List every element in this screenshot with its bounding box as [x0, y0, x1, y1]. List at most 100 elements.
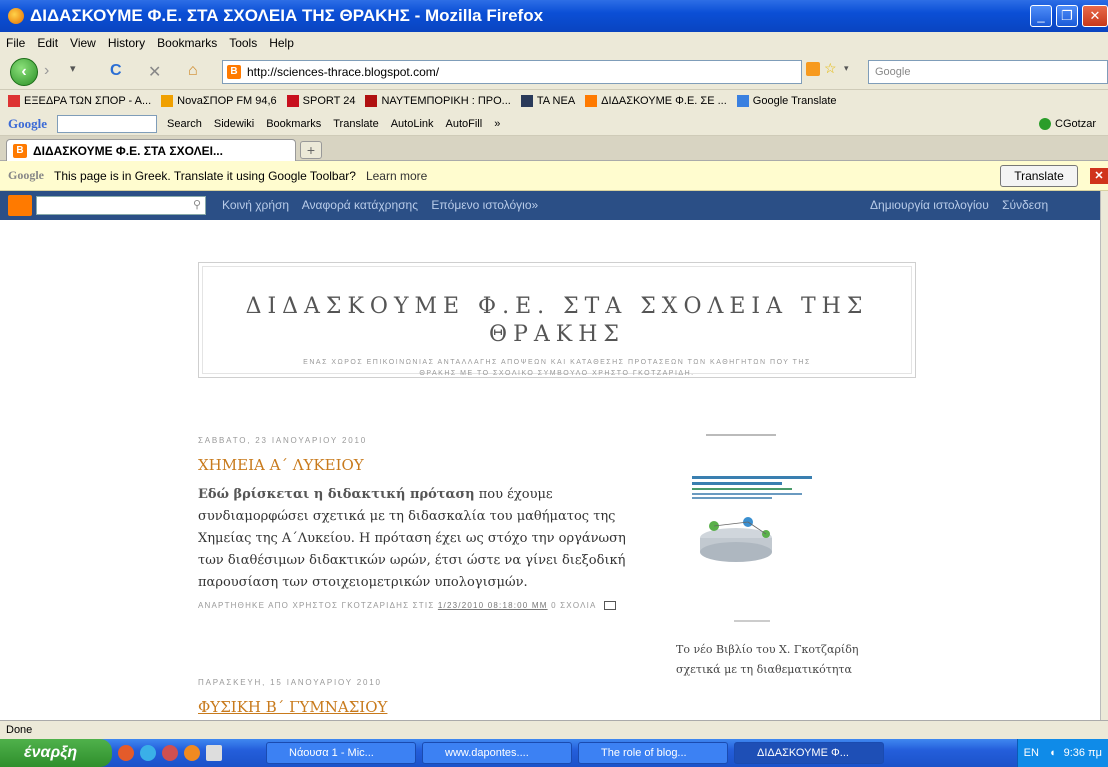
bookmark-label: NovaΣΠΟΡ FM 94,6 — [177, 95, 277, 107]
start-button[interactable]: έναρξη — [0, 739, 112, 767]
bookmark-favicon-icon — [286, 95, 299, 107]
tab-label: ΔΙΔΑΣΚΟΥΜΕ Φ.Ε. ΣΤΑ ΣΧΟΛΕΙ... — [33, 143, 223, 158]
gtoolbar-bookmarks[interactable]: Bookmarks — [266, 118, 321, 130]
translate-google-logo: Google — [8, 168, 44, 182]
post2-title[interactable]: ΦΥΣΙΚΗ Β΄ ΓΥΜΝΑΣΙΟΥ — [198, 698, 387, 716]
menu-bookmarks[interactable]: Bookmarks — [157, 36, 217, 50]
stop-icon[interactable]: ✕ — [148, 62, 161, 82]
navigation-toolbar: ‹ › ▾ C ✕ ⌂ B http://sciences-thrace.blo… — [0, 54, 1108, 90]
url-text: http://sciences-thrace.blogspot.com/ — [247, 65, 440, 79]
network-icon[interactable]: ◖ — [1049, 747, 1056, 759]
window-title: ΔΙΔΑΣΚΟΥΜΕ Φ.Ε. ΣΤΑ ΣΧΟΛΕΙΑ ΤΗΣ ΘΡΑΚΗΣ -… — [30, 6, 544, 25]
history-dropdown-icon[interactable]: ▾ — [70, 62, 76, 75]
address-bar[interactable]: B http://sciences-thrace.blogspot.com/ — [222, 60, 802, 84]
gtoolbar-autofill[interactable]: AutoFill — [446, 118, 483, 130]
post-body-text: που έχουμε συνδιαμορφώσει σχετικά με τη … — [198, 487, 626, 590]
home-icon[interactable]: ⌂ — [188, 62, 198, 80]
language-indicator[interactable]: EN — [1024, 747, 1039, 759]
reload-icon[interactable]: C — [110, 62, 122, 80]
gtoolbar-autolink[interactable]: AutoLink — [391, 118, 434, 130]
email-post-icon[interactable] — [603, 601, 616, 611]
bookmark-item[interactable]: NovaΣΠΟΡ FM 94,6 — [161, 95, 277, 107]
gtoolbar-user[interactable]: CGotzar — [1039, 117, 1096, 130]
blog-header-inner: ΔΙΔΑΣΚΟΥΜΕ Φ.Ε. ΣΤΑ ΣΧΟΛΕΙΑ ΤΗΣ ΘΡΑΚΗΣ Ε… — [202, 266, 912, 377]
url-dropdown-icon[interactable]: ▾ — [844, 63, 849, 74]
sign-in-link[interactable]: Σύνδεση — [1002, 198, 1048, 212]
google-toolbar-search-input[interactable] — [57, 114, 157, 133]
blogger-right-links: Δημιουργία ιστολογίου Σύνδεση — [870, 198, 1048, 212]
page-content: ΔΙΔΑΣΚΟΥΜΕ Φ.Ε. ΣΤΑ ΣΧΟΛΕΙΑ ΤΗΣ ΘΡΑΚΗΣ Ε… — [0, 220, 1100, 720]
quicklaunch-icon-5[interactable] — [206, 745, 222, 761]
quicklaunch-icon-2[interactable] — [140, 745, 156, 761]
bookmark-item[interactable]: ΝΑΥΤΕΜΠΟΡΙΚΗ : ΠΡΟ... — [365, 95, 511, 107]
post-title[interactable]: ΧΗΜΕΙΑ Α΄ ΛΥΚΕΙΟΥ — [198, 456, 364, 474]
post-footer: ΑΝΑΡΤΗΘΗΚΕ ΑΠΟ ΧΡΗΣΤΟΣ ΓΚΟΤΖΑΡΙΔΗΣ ΣΤΙΣ … — [198, 598, 648, 614]
blogger-logo-icon[interactable] — [8, 195, 32, 216]
bookmark-label: ΤΑ ΝΕΑ — [536, 95, 576, 107]
rss-feed-icon[interactable] — [806, 62, 820, 76]
bookmark-item[interactable]: ΔΙΔΑΣΚΟΥΜΕ Φ.Ε. ΣΕ ... — [585, 95, 727, 107]
menu-help[interactable]: Help — [269, 36, 294, 50]
bookmark-favicon-icon — [161, 95, 174, 107]
bookmark-item[interactable]: Google Translate — [736, 95, 837, 107]
gtoolbar-more[interactable]: » — [494, 118, 500, 130]
search-icon[interactable]: ⚲ — [193, 198, 201, 211]
bookmark-item[interactable]: SPORT 24 — [286, 95, 356, 107]
forward-button[interactable]: › — [44, 62, 49, 80]
book-cover-image[interactable] — [676, 430, 826, 640]
bookmark-star-icon[interactable]: ☆ — [824, 60, 837, 77]
blog-header: ΔΙΔΑΣΚΟΥΜΕ Φ.Ε. ΣΤΑ ΣΧΟΛΕΙΑ ΤΗΣ ΘΡΑΚΗΣ Ε… — [198, 262, 916, 378]
translate-message: This page is in Greek. Translate it usin… — [54, 168, 356, 183]
bookmark-label: ΕΞΕΔΡΑ ΤΩΝ ΣΠΟΡ - Α... — [24, 95, 152, 107]
google-toolbar: Google Search Sidewiki Bookmarks Transla… — [0, 112, 1108, 136]
taskbar-button-dapontes[interactable]: www.dapontes.... — [422, 742, 572, 764]
blog-title[interactable]: ΔΙΔΑΣΚΟΥΜΕ Φ.Ε. ΣΤΑ ΣΧΟΛΕΙΑ ΤΗΣ ΘΡΑΚΗΣ — [203, 293, 911, 349]
post-date: ΣΑΒΒΑΤΟ, 23 ΙΑΝΟΥΑΡΙΟΥ 2010 — [198, 436, 367, 445]
post-timestamp-link[interactable]: 1/23/2010 08:18:00 ΜΜ — [438, 601, 548, 610]
taskbar-button-role-of-blog[interactable]: The role of blog... — [578, 742, 728, 764]
system-tray: EN ◖ 9:36 πμ — [1016, 739, 1108, 767]
menu-history[interactable]: History — [108, 36, 145, 50]
bookmark-label: ΝΑΥΤΕΜΠΟΡΙΚΗ : ΠΡΟ... — [381, 95, 511, 107]
create-blog-link[interactable]: Δημιουργία ιστολογίου — [870, 198, 989, 212]
close-translate-icon[interactable]: ✕ — [1090, 168, 1108, 184]
next-blog-link[interactable]: Επόμενο ιστολόγιο» — [431, 198, 538, 212]
post-body: Εδώ βρίσκεται η διδακτική πρόταση που έχ… — [198, 484, 650, 594]
gtoolbar-search[interactable]: Search — [167, 118, 202, 130]
bookmark-label: ΔΙΔΑΣΚΟΥΜΕ Φ.Ε. ΣΕ ... — [601, 95, 727, 107]
windows-taskbar: έναρξη Νάουσα 1 - Mic... www.dapontes...… — [0, 739, 1108, 767]
post-comments-link[interactable]: 0 ΣΧΟΛΙΑ — [551, 601, 596, 610]
share-link[interactable]: Κοινή χρήση — [222, 198, 289, 212]
search-input[interactable]: Google — [868, 60, 1108, 84]
bookmark-item[interactable]: ΕΞΕΔΡΑ ΤΩΝ ΣΠΟΡ - Α... — [8, 95, 151, 107]
translate-button[interactable]: Translate — [1000, 165, 1078, 187]
menu-tools[interactable]: Tools — [229, 36, 257, 50]
gtoolbar-user-name: CGotzar — [1055, 117, 1096, 130]
quicklaunch-icon-3[interactable] — [162, 745, 178, 761]
menu-view[interactable]: View — [70, 36, 96, 50]
quicklaunch-icon-1[interactable] — [118, 745, 134, 761]
bookmark-favicon-icon — [520, 95, 533, 107]
menu-edit[interactable]: Edit — [37, 36, 58, 50]
gtoolbar-translate[interactable]: Translate — [333, 118, 378, 130]
back-button[interactable]: ‹ — [10, 58, 38, 86]
menu-file[interactable]: File — [6, 36, 25, 50]
new-tab-button[interactable]: + — [300, 141, 322, 159]
maximize-button[interactable]: ❐ — [1056, 5, 1078, 27]
clock: 9:36 πμ — [1063, 747, 1102, 759]
report-abuse-link[interactable]: Αναφορά κατάχρησης — [302, 198, 418, 212]
bookmark-label: SPORT 24 — [302, 95, 356, 107]
firefox-quicklaunch-icon[interactable] — [184, 745, 200, 761]
minimize-button[interactable]: _ — [1030, 5, 1052, 27]
close-window-button[interactable]: ✕ — [1082, 5, 1108, 27]
bookmark-item[interactable]: ΤΑ ΝΕΑ — [520, 95, 576, 107]
taskbar-button-word[interactable]: Νάουσα 1 - Mic... — [266, 742, 416, 764]
tab-blog[interactable]: B ΔΙΔΑΣΚΟΥΜΕ Φ.Ε. ΣΤΑ ΣΧΟΛΕΙ... — [6, 139, 296, 161]
learn-more-link[interactable]: Learn more — [366, 169, 427, 183]
user-status-icon — [1039, 117, 1052, 130]
vertical-scrollbar[interactable] — [1100, 191, 1108, 720]
taskbar-button-didaskoume[interactable]: ΔΙΔΑΣΚΟΥΜΕ Φ... — [734, 742, 884, 764]
window-titlebar: ΔΙΔΑΣΚΟΥΜΕ Φ.Ε. ΣΤΑ ΣΧΟΛΕΙΑ ΤΗΣ ΘΡΑΚΗΣ -… — [0, 0, 1108, 32]
blog-search-input[interactable]: ⚲ — [36, 196, 206, 215]
gtoolbar-sidewiki[interactable]: Sidewiki — [214, 118, 254, 130]
